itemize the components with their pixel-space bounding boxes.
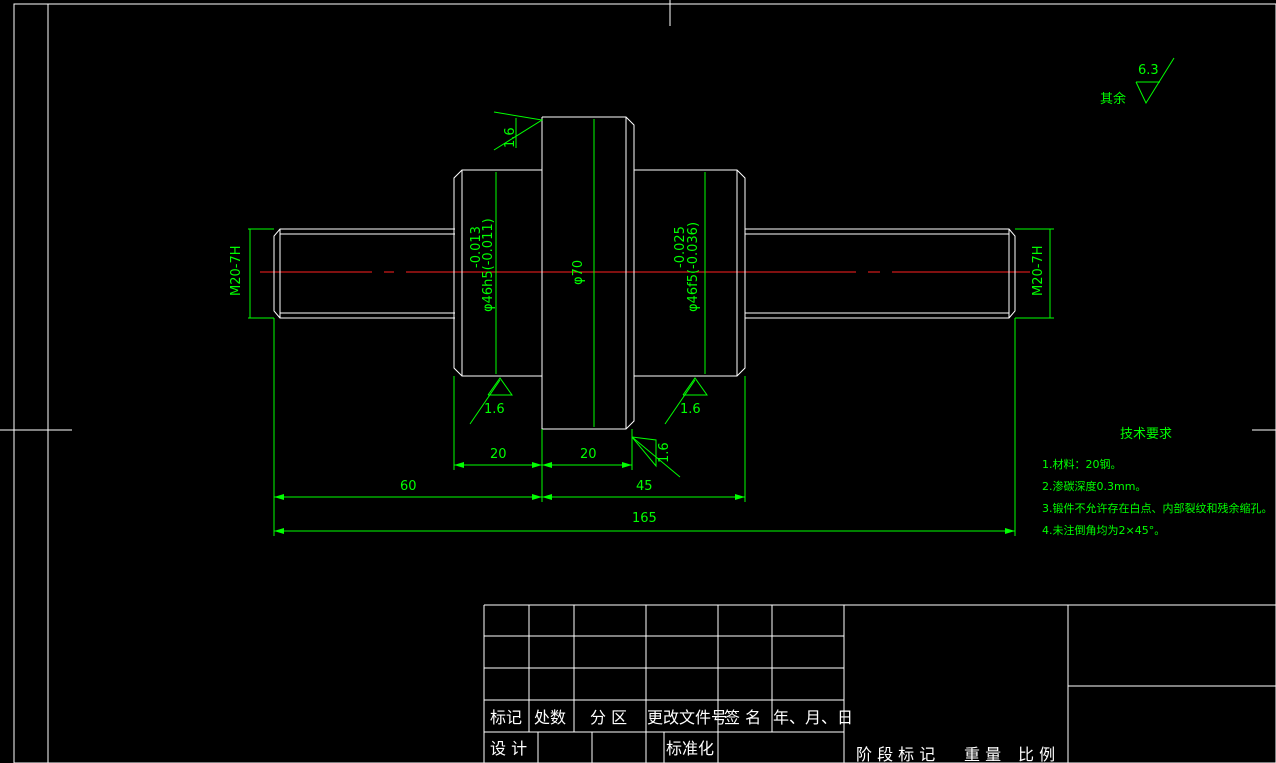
tech-item: 2.渗碳深度0.3mm。 <box>1042 479 1146 493</box>
dim-dia-center: φ70 <box>571 260 586 285</box>
tb-header: 更改文件号 <box>647 708 727 727</box>
tech-item: 4.未注倒角均为2×45°。 <box>1042 523 1165 537</box>
tb-stage-mark: 阶 段 标 记 <box>856 745 935 763</box>
other-finish-value: 6.3 <box>1138 63 1159 78</box>
tb-header: 年、月、日 <box>773 708 853 727</box>
dim-dia-right: φ46f5(-0.036) <box>686 222 701 312</box>
tb-standardize: 标准化 <box>666 739 714 758</box>
dimension-texts: M20-7H M20-7H φ46h5(-0.011) -0.013 φ70 φ… <box>229 63 1159 526</box>
finish-value: 1.6 <box>484 402 505 417</box>
dim-dia-right-tol: -0.025 <box>673 226 688 268</box>
dim-len-left-journal: 20 <box>490 447 507 462</box>
shaft-outline <box>273 116 1016 430</box>
dim-len-collar: 20 <box>580 447 597 462</box>
dim-len-overall: 165 <box>632 511 657 526</box>
tb-header: 标记 <box>490 708 522 727</box>
tb-header: 处数 <box>534 708 566 727</box>
tb-design: 设 计 <box>490 739 527 758</box>
finish-value: 1.6 <box>680 402 701 417</box>
dim-thread-right: M20-7H <box>1031 246 1046 297</box>
finish-value: 1.6 <box>503 127 518 148</box>
tech-item: 1.材料：20钢。 <box>1042 457 1122 471</box>
tech-item: 3.锻件不允许存在白点、内部裂纹和残余缩孔。 <box>1042 501 1273 515</box>
finish-value: 1.6 <box>657 442 672 463</box>
tech-requirements: 技术要求 1.材料：20钢。 2.渗碳深度0.3mm。 3.锻件不允许存在白点、… <box>1042 427 1273 537</box>
title-block <box>483 604 1276 763</box>
other-finish-label: 其余 <box>1100 91 1126 107</box>
tech-title: 技术要求 <box>1120 427 1172 442</box>
tb-header: 签 名 <box>724 708 761 727</box>
dim-len-right: 45 <box>636 479 653 494</box>
title-block-texts: 标记 处数 分 区 更改文件号 签 名 年、月、日 设 计 标准化 阶 段 标 … <box>490 708 1055 763</box>
drawing-frame <box>0 0 1276 763</box>
dimension-lines <box>248 57 1175 536</box>
dim-thread-left: M20-7H <box>229 246 244 297</box>
cad-drawing: M20-7H M20-7H φ46h5(-0.011) -0.013 φ70 φ… <box>0 0 1276 763</box>
dim-len-left-total: 60 <box>400 479 417 494</box>
tb-scale: 比 例 <box>1018 745 1055 763</box>
tb-weight: 重 量 <box>964 745 1001 763</box>
tb-header: 分 区 <box>590 708 627 727</box>
dim-dia-left-tol: -0.013 <box>469 226 484 268</box>
